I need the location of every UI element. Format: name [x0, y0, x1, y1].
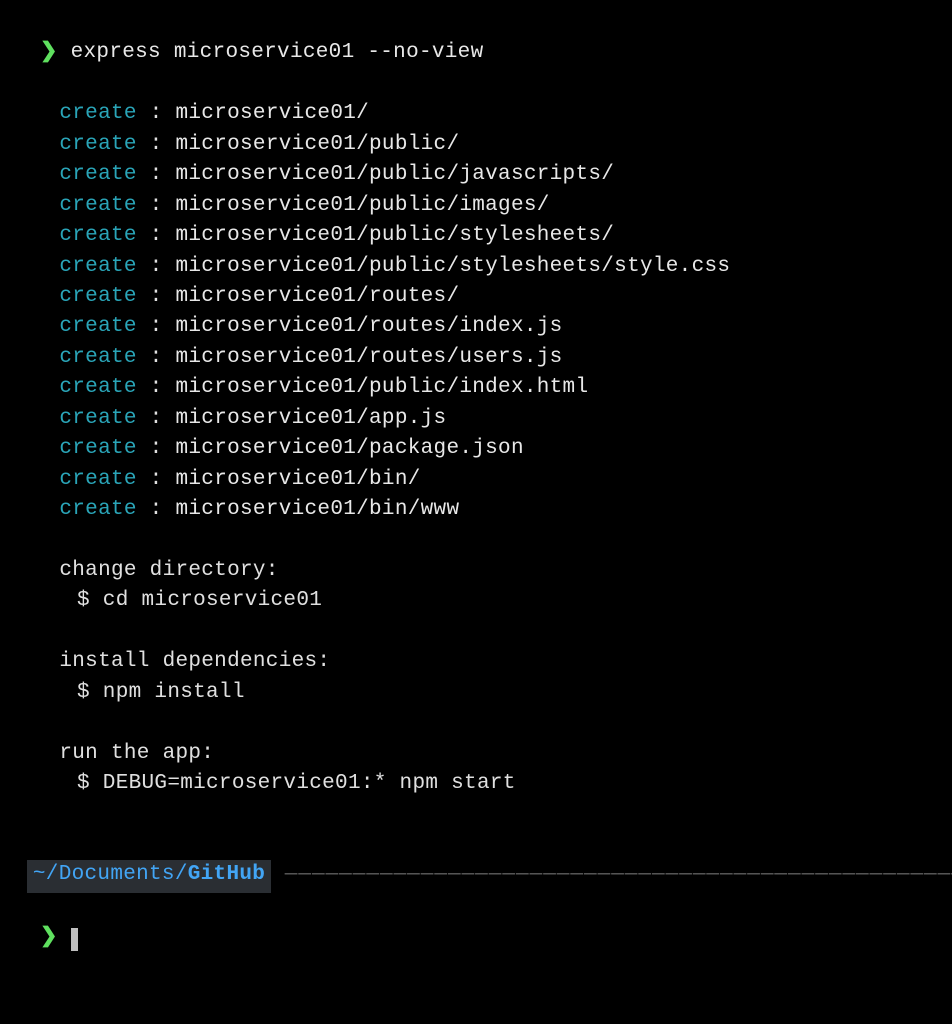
- run-cmd: $ DEBUG=microservice01:* npm start: [14, 769, 938, 799]
- blank-line: [14, 69, 938, 99]
- create-keyword: create: [59, 346, 136, 369]
- create-line: create : microservice01/bin/www: [14, 495, 938, 525]
- blank-line: [14, 830, 938, 860]
- install-cmd: $ npm install: [14, 678, 938, 708]
- created-path: microservice01/public/index.html: [176, 376, 589, 399]
- create-line: create : microservice01/routes/: [14, 282, 938, 312]
- created-path: microservice01/public/images/: [176, 194, 550, 217]
- create-line: create : microservice01/public/images/: [14, 191, 938, 221]
- command-line[interactable]: ❯ express microservice01 --no-view: [14, 8, 938, 69]
- create-keyword: create: [59, 468, 136, 491]
- create-line: create : microservice01/public/index.htm…: [14, 373, 938, 403]
- create-keyword: create: [59, 315, 136, 338]
- created-path: microservice01/bin/www: [176, 498, 460, 521]
- command-text: express microservice01 --no-view: [71, 41, 484, 64]
- cwd-prefix: ~/Documents/: [33, 863, 188, 886]
- blank-line: [14, 708, 938, 738]
- create-keyword: create: [59, 285, 136, 308]
- create-keyword: create: [59, 133, 136, 156]
- create-line: create : microservice01/public/styleshee…: [14, 221, 938, 251]
- create-keyword: create: [59, 102, 136, 125]
- create-line: create : microservice01/: [14, 99, 938, 129]
- created-path: microservice01/public/javascripts/: [176, 163, 615, 186]
- create-line: create : microservice01/routes/users.js: [14, 343, 938, 373]
- created-path: microservice01/package.json: [176, 437, 524, 460]
- blank-line: [14, 799, 938, 829]
- created-path: microservice01/routes/index.js: [176, 315, 563, 338]
- change-dir-cmd: $ cd microservice01: [14, 586, 938, 616]
- run-label: run the app:: [14, 739, 938, 769]
- created-path: microservice01/public/stylesheets/style.…: [176, 255, 731, 278]
- create-line: create : microservice01/public/styleshee…: [14, 252, 938, 282]
- blank-line: [14, 617, 938, 647]
- create-keyword: create: [59, 498, 136, 521]
- create-line: create : microservice01/public/: [14, 130, 938, 160]
- change-dir-label: change directory:: [14, 556, 938, 586]
- created-path: microservice01/public/stylesheets/: [176, 224, 615, 247]
- install-label: install dependencies:: [14, 647, 938, 677]
- dash-filler: ————————————————————————————————————————…: [271, 863, 952, 886]
- created-path: microservice01/: [176, 102, 370, 125]
- created-path: microservice01/bin/: [176, 468, 421, 491]
- create-line: create : microservice01/routes/index.js: [14, 312, 938, 342]
- created-path: microservice01/app.js: [176, 407, 447, 430]
- create-line: create : microservice01/public/javascrip…: [14, 160, 938, 190]
- create-line: create : microservice01/app.js: [14, 404, 938, 434]
- create-output: create : microservice01/create : microse…: [14, 99, 938, 525]
- prompt-symbol: ❯: [40, 926, 58, 949]
- create-keyword: create: [59, 376, 136, 399]
- create-keyword: create: [59, 255, 136, 278]
- create-keyword: create: [59, 163, 136, 186]
- create-line: create : microservice01/package.json: [14, 434, 938, 464]
- create-keyword: create: [59, 194, 136, 217]
- cwd-bar: ~/Documents/GitHub —————————————————————…: [14, 860, 938, 892]
- cwd-repo: GitHub: [188, 863, 265, 886]
- created-path: microservice01/routes/: [176, 285, 460, 308]
- created-path: microservice01/routes/users.js: [176, 346, 563, 369]
- create-keyword: create: [59, 437, 136, 460]
- prompt-line[interactable]: ❯: [14, 893, 938, 954]
- cursor: [71, 928, 79, 951]
- create-keyword: create: [59, 224, 136, 247]
- create-line: create : microservice01/bin/: [14, 465, 938, 495]
- create-keyword: create: [59, 407, 136, 430]
- prompt-symbol: ❯: [40, 41, 58, 64]
- created-path: microservice01/public/: [176, 133, 460, 156]
- blank-line: [14, 525, 938, 555]
